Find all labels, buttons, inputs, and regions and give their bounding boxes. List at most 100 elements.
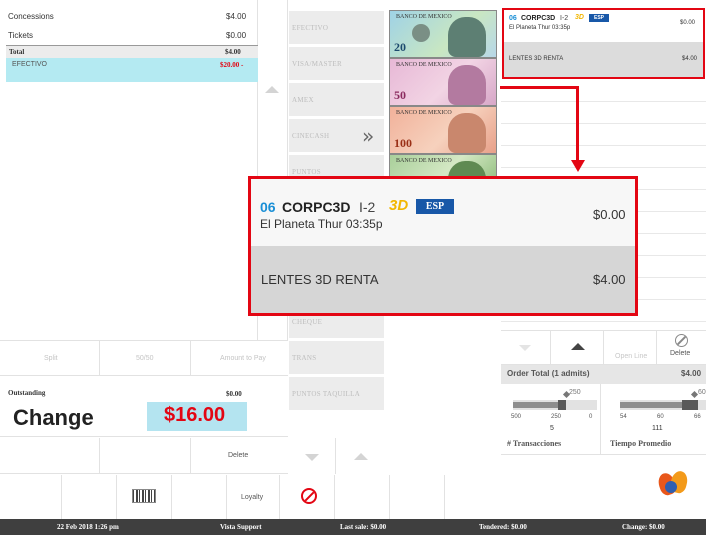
delete-label: Delete: [228, 452, 249, 459]
gauge-value: 111: [652, 425, 663, 432]
gauge-tick: 66: [694, 414, 701, 420]
status-datetime: 22 Feb 2018 1:26 pm: [57, 523, 119, 531]
loyalty-button[interactable]: Loyalty: [228, 475, 280, 519]
order-item-zoom: 06 CORPC3D I-2 3D ESP El Planeta Thur 03…: [248, 176, 638, 316]
banknote-value: 100: [394, 136, 412, 150]
amount-to-pay-label: Amount to Pay: [220, 355, 266, 362]
session-number: 06: [260, 199, 276, 215]
concession-name: LENTES 3D RENTA: [509, 56, 564, 62]
chevron-up-icon: [571, 343, 585, 350]
scroll-up-icon[interactable]: [265, 86, 279, 93]
banknote-100[interactable]: BANCO DE MEXICO 100: [389, 106, 497, 154]
empty-cell: [63, 475, 117, 519]
help-button[interactable]: [501, 454, 706, 519]
order-item-highlight[interactable]: 06 CORPC3D I-2 3D ESP El Planeta Thur 03…: [502, 8, 705, 79]
empty-cell: [0, 475, 62, 519]
portrait-icon: [448, 113, 486, 153]
banknote-value: 50: [394, 88, 406, 102]
banknote-header: BANCO DE MEXICO: [396, 62, 452, 68]
status-support: Vista Support: [220, 523, 262, 531]
bottom-toolbar: Loyalty: [0, 475, 501, 519]
payment-method-amex[interactable]: AMEX: [288, 82, 385, 117]
split-label: Split: [44, 355, 58, 362]
barcode-icon: [132, 489, 156, 503]
payment-scroll-up[interactable]: [337, 438, 385, 474]
gauge-bar-track: [513, 400, 597, 410]
auditorium-label: I-2: [560, 15, 569, 22]
callout-arrow-line: [500, 86, 578, 89]
banknote-50[interactable]: BANCO DE MEXICO 50: [389, 58, 497, 106]
order-scroll-down[interactable]: [501, 331, 551, 365]
gauge-marker-label: 250: [569, 389, 581, 396]
banknote-value: 20: [394, 40, 406, 54]
delete-line-button[interactable]: Delete: [658, 331, 706, 365]
banknote-header: BANCO DE MEXICO: [396, 110, 452, 116]
film-title: CORPC3D: [282, 199, 351, 215]
order-concession-row: LENTES 3D RENTA $4.00: [504, 42, 703, 77]
receipt-panel: Concessions $4.00 Tickets $0.00 Total $4…: [0, 0, 258, 340]
amount-to-pay-button[interactable]: Amount to Pay: [192, 341, 288, 376]
loyalty-label: Loyalty: [241, 494, 264, 501]
concession-name: LENTES 3D RENTA: [261, 272, 379, 287]
change-label: Change: [13, 405, 94, 430]
3d-badge-icon: 3D: [575, 14, 584, 21]
fifty-fifty-button[interactable]: 50/50: [101, 341, 191, 376]
order-actions-row: Open Line Delete: [501, 330, 706, 365]
empty-cell: [173, 475, 227, 519]
payment-method-efectivo[interactable]: EFECTIVO: [288, 10, 385, 45]
gauge-bar-fill: [513, 402, 558, 408]
chevron-up-icon: [354, 453, 368, 460]
open-line-label: Open Line: [615, 353, 648, 360]
receipt-total-label: Total: [9, 48, 25, 56]
receipt-line-value: $4.00: [226, 12, 247, 21]
status-tendered: Tendered: $0.00: [479, 523, 527, 531]
change-value-box: $16.00: [147, 402, 247, 431]
payment-line-efectivo[interactable]: EFECTIVO $20.00 -: [6, 58, 258, 82]
payment-method-trans[interactable]: TRANS: [288, 340, 385, 375]
gauge-tick: 500: [511, 414, 522, 420]
gauge-marker-icon: [690, 390, 699, 399]
session-number: 06: [509, 15, 517, 22]
language-badge: ESP: [416, 199, 454, 214]
cancel-transaction-button[interactable]: [281, 475, 335, 519]
gauge-label: # Transacciones: [507, 439, 562, 448]
payment-scroll-down[interactable]: [288, 438, 336, 474]
order-total-bar: Order Total (1 admits) $4.00: [501, 365, 706, 384]
order-ticket-row: 06 CORPC3D I-2 3D ESP El Planeta Thur 03…: [504, 10, 703, 42]
status-bar: 22 Feb 2018 1:26 pm Vista Support Last s…: [0, 519, 706, 535]
gauge-transactions: 250 500 250 0 5 # Transacciones: [501, 384, 601, 454]
outstanding-value: $0.00: [226, 390, 242, 398]
gauge-bar-fill: [620, 402, 682, 408]
receipt-line-label: Concessions: [8, 12, 54, 21]
delete-payment-button[interactable]: Delete: [192, 438, 288, 474]
payment-method-visa-master[interactable]: VISA/MASTER: [288, 46, 385, 81]
hands-icon: [655, 469, 693, 497]
auditorium-label: I-2: [359, 199, 376, 215]
barcode-button[interactable]: [118, 475, 172, 519]
order-total-value: $4.00: [681, 369, 702, 378]
chevron-down-icon: [519, 345, 531, 351]
outstanding-label: Outstanding: [8, 389, 46, 397]
banknote-20[interactable]: BANCO DE MEXICO 20: [389, 10, 497, 58]
open-line-button[interactable]: Open Line: [605, 331, 657, 365]
portrait-icon: [448, 65, 486, 105]
ticket-price: $0.00: [593, 207, 626, 222]
callout-arrow-line: [576, 86, 579, 162]
language-badge: ESP: [589, 14, 609, 22]
next-page-icon[interactable]: »: [362, 126, 374, 146]
3d-badge-icon: 3D: [389, 197, 409, 214]
receipt-line-label: Tickets: [8, 31, 34, 40]
banknote-header: BANCO DE MEXICO: [396, 14, 452, 20]
prohibited-icon: [675, 334, 688, 347]
change-value: $16.00: [164, 404, 226, 426]
order-scroll-up[interactable]: [552, 331, 604, 365]
eagle-seal-icon: [412, 24, 430, 42]
payment-method-puntos-taquilla[interactable]: PUNTOS TAQUILLA: [288, 376, 385, 411]
zoom-concession-row: LENTES 3D RENTA $4.00: [251, 246, 635, 313]
gauge-marker-label: 60: [698, 389, 706, 396]
status-last-sale: Last sale: $0.00: [340, 523, 387, 531]
banknote-header: BANCO DE MEXICO: [396, 158, 452, 164]
split-button[interactable]: Split: [0, 341, 100, 376]
session-subtitle: El Planeta Thur 03:35p: [260, 217, 383, 231]
empty-cell: [336, 475, 390, 519]
